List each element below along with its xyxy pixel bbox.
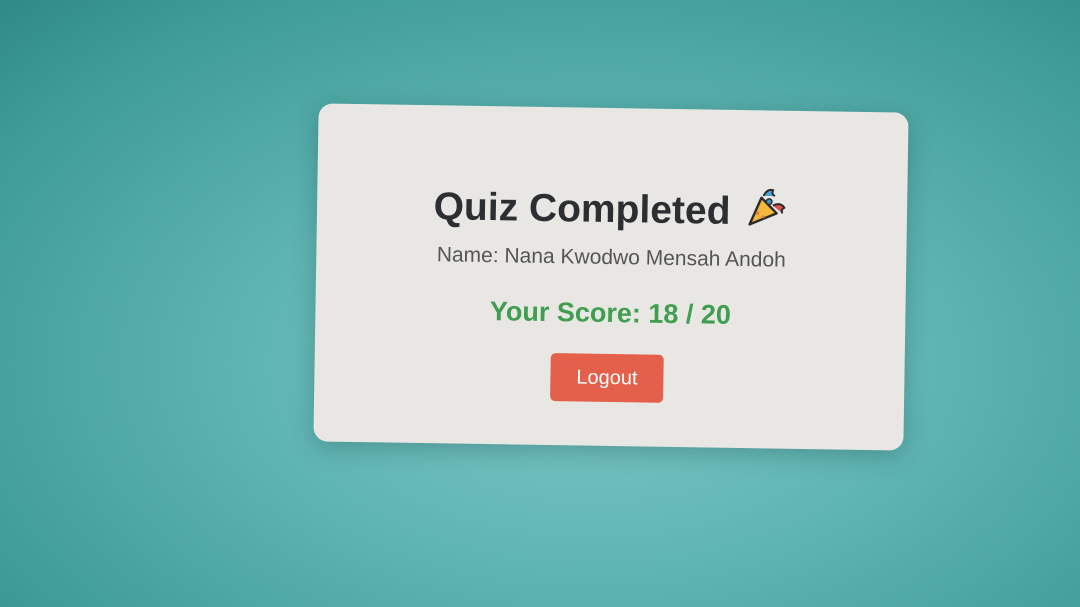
score-text: Your Score: 18 / 20 bbox=[489, 296, 732, 330]
page-title: Quiz Completed bbox=[317, 177, 908, 242]
party-popper-icon bbox=[744, 184, 791, 241]
logout-button[interactable]: Logout bbox=[550, 353, 664, 403]
quiz-result-card: Quiz Completed Name: Nana Kwodwo Mensah … bbox=[313, 103, 909, 451]
student-name: Name: Nana Kwodwo Mensah Andoh bbox=[436, 243, 786, 272]
title-text: Quiz Completed bbox=[433, 185, 731, 233]
